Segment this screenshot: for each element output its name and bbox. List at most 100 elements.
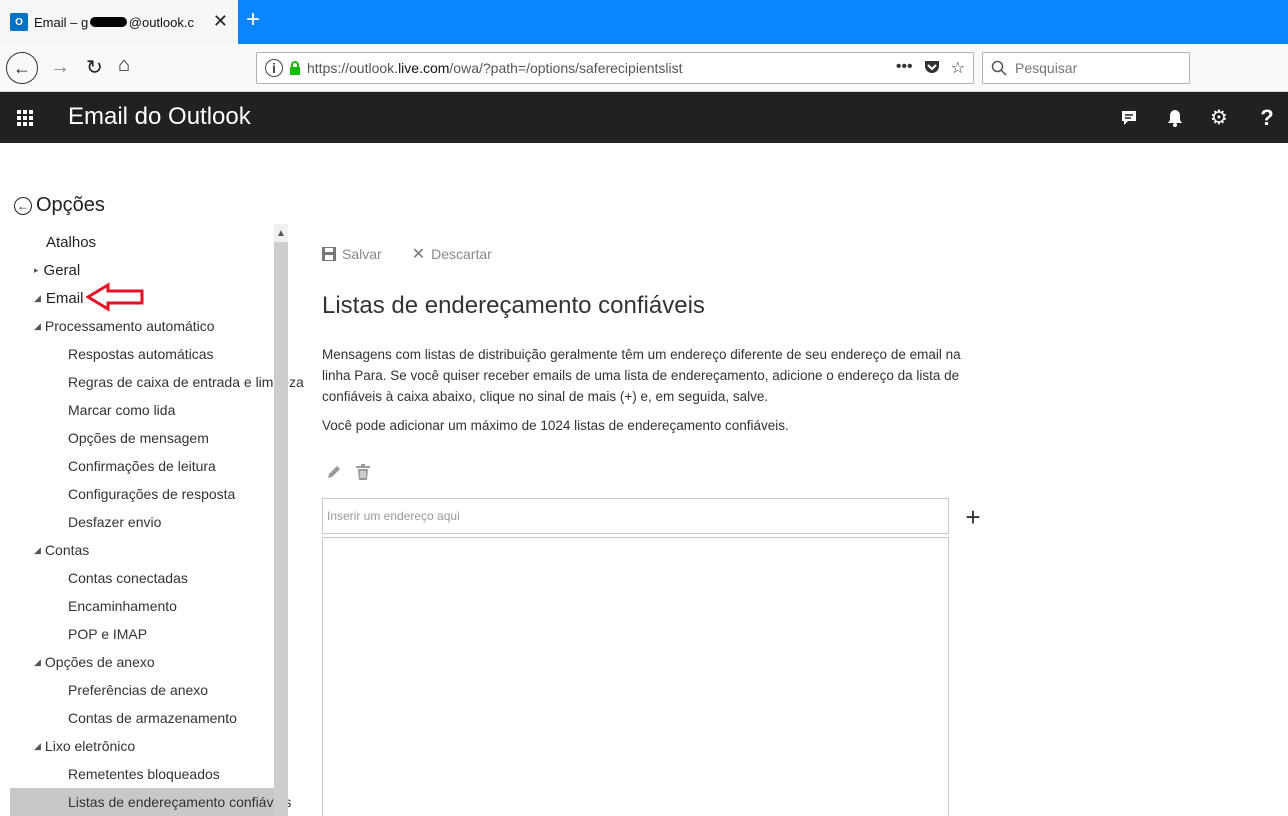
help-icon[interactable]: ?	[1244, 92, 1288, 143]
forward-arrow-icon[interactable]: →	[50, 56, 70, 79]
sidebar-item-label: Configurações de resposta	[68, 486, 236, 502]
back-arrow-icon[interactable]: ←	[6, 52, 38, 84]
options-back-link[interactable]: ← Opções	[14, 194, 105, 217]
bell-icon[interactable]	[1152, 92, 1198, 143]
sidebar-item-label: Geral	[43, 261, 81, 279]
url-text: https://outlook.live.com/owa/?path=/opti…	[307, 60, 683, 76]
sidebar-item[interactable]: ◢ Opções de anexo	[10, 648, 274, 676]
discard-label: Descartar	[431, 246, 492, 262]
scroll-up-icon[interactable]: ▲	[274, 224, 288, 242]
chat-icon[interactable]	[1106, 92, 1152, 143]
sidebar-item-label: Marcar como lida	[68, 402, 176, 418]
sidebar-nav: Atalhos ▸ Geral ◢ Email ◢ Processamento automá…	[10, 224, 304, 816]
url-bar[interactable]: i https://outlook.live.com/owa/?path=/op…	[256, 52, 974, 84]
discard-button[interactable]: ✕ Descartar	[412, 244, 492, 264]
sidebar-item[interactable]: Encaminhamento	[10, 592, 274, 620]
collapse-triangle-icon[interactable]: ◢	[34, 321, 41, 332]
sidebar-item[interactable]: Atalhos	[10, 228, 274, 256]
sidebar-scrollbar[interactable]: ▲	[274, 224, 288, 816]
sidebar-item[interactable]: Respostas automáticas	[10, 340, 274, 368]
search-placeholder: Pesquisar	[1015, 60, 1078, 76]
lock-icon	[290, 61, 300, 75]
outlook-favicon-icon: O	[10, 13, 28, 31]
expand-triangle-icon[interactable]: ▸	[34, 265, 39, 276]
sidebar-item-label: Listas de endereçamento confiáveis	[68, 794, 292, 810]
trash-icon[interactable]	[356, 464, 370, 480]
save-icon	[322, 247, 336, 261]
sidebar-item[interactable]: ▸ Geral	[10, 256, 274, 284]
more-actions-icon[interactable]: •••	[896, 58, 913, 78]
sidebar-item[interactable]: Marcar como lida	[10, 396, 274, 424]
browser-tab-strip: O Email – g @outlook.c ✕ +	[0, 0, 1288, 44]
sidebar-item-label: Atalhos	[46, 233, 97, 251]
home-icon[interactable]: ⌂	[118, 54, 130, 77]
page-description: Mensagens com listas de distribuição ger…	[322, 347, 961, 404]
add-address-button[interactable]: +	[960, 504, 986, 530]
sidebar-item[interactable]: Preferências de anexo	[10, 676, 274, 704]
collapse-triangle-icon[interactable]: ◢	[34, 657, 41, 668]
redaction-bar	[90, 17, 127, 27]
sidebar-item-label: Lixo eletrônico	[44, 738, 136, 754]
url-host: live.com	[398, 60, 450, 76]
sidebar-item-label: Opções de anexo	[44, 654, 155, 670]
bookmark-star-icon[interactable]: ☆	[951, 58, 965, 78]
sidebar-item-label: POP e IMAP	[68, 626, 148, 642]
save-button[interactable]: Salvar	[322, 246, 382, 262]
list-edit-toolbar	[326, 464, 370, 480]
tab-close-icon[interactable]: ✕	[213, 12, 228, 30]
url-path: /owa/?path=/options/saferecipientslist	[449, 60, 683, 76]
sidebar-item[interactable]: ◢ Contas	[10, 536, 274, 564]
tab-title-prefix: Email – g	[34, 14, 89, 30]
outlook-header: Email do Outlook ⚙ ?	[0, 92, 1288, 143]
new-tab-button[interactable]: +	[246, 8, 260, 32]
browser-navbar: ← → ↻ ⌂ i https://outlook.live.com/owa/?…	[0, 44, 1288, 92]
sidebar-item-label: Opções de mensagem	[68, 430, 209, 446]
address-input[interactable]	[322, 498, 949, 534]
address-list-box[interactable]	[322, 537, 949, 816]
browser-search-bar[interactable]: Pesquisar	[982, 52, 1190, 84]
sidebar-item-label: Remetentes bloqueados	[68, 766, 220, 782]
sidebar-item-label: Confirmações de leitura	[68, 458, 216, 474]
sidebar-item[interactable]: Contas conectadas	[10, 564, 274, 592]
sidebar-item[interactable]: Remetentes bloqueados	[10, 760, 274, 788]
page-title: Listas de endereçamento confiáveis	[322, 292, 705, 319]
pencil-icon[interactable]	[326, 464, 342, 480]
sidebar-item-label: Preferências de anexo	[68, 682, 209, 698]
sidebar-item[interactable]: Listas de endereçamento confiáveis	[10, 788, 291, 816]
app-launcher-icon[interactable]	[0, 92, 50, 143]
sidebar-item[interactable]: Opções de mensagem	[10, 424, 274, 452]
app-title[interactable]: Email do Outlook	[68, 103, 251, 131]
tab-title: Email – g @outlook.c	[34, 15, 194, 30]
collapse-triangle-icon[interactable]: ◢	[34, 293, 41, 304]
sidebar-item[interactable]: ◢ Processamento automático	[10, 312, 274, 340]
sidebar-item[interactable]: Confirmações de leitura	[10, 452, 274, 480]
annotation-arrow-icon	[86, 282, 144, 312]
sidebar-item[interactable]: POP e IMAP	[10, 620, 274, 648]
save-label: Salvar	[342, 246, 382, 262]
options-sidebar: Atalhos ▸ Geral ◢ Email ◢ Processamento automá…	[10, 224, 304, 816]
reload-icon[interactable]: ↻	[86, 55, 103, 80]
sidebar-item[interactable]: ◢ Lixo eletrônico	[10, 732, 274, 760]
url-actions: ••• ☆	[896, 58, 965, 78]
sidebar-item[interactable]: Configurações de resposta	[10, 480, 274, 508]
sidebar-item-label: Encaminhamento	[68, 598, 177, 614]
gear-icon[interactable]: ⚙	[1196, 92, 1242, 143]
search-icon	[991, 60, 1007, 76]
collapse-triangle-icon[interactable]: ◢	[34, 545, 41, 556]
sidebar-item-label: Contas	[44, 542, 90, 558]
info-icon[interactable]: i	[265, 59, 283, 77]
pocket-icon[interactable]	[923, 58, 941, 76]
sidebar-item[interactable]: Contas de armazenamento	[10, 704, 274, 732]
sidebar-item[interactable]: Regras de caixa de entrada e limpeza	[10, 368, 304, 396]
tab-title-suffix: @outlook.c	[128, 14, 194, 30]
sidebar-item-label: Contas conectadas	[68, 570, 188, 586]
browser-tab[interactable]: O Email – g @outlook.c ✕	[0, 0, 238, 44]
sidebar-item[interactable]: Desfazer envio	[10, 508, 274, 536]
collapse-triangle-icon[interactable]: ◢	[34, 741, 41, 752]
sidebar-item-label: Desfazer envio	[68, 514, 162, 530]
options-title: Opções	[36, 194, 105, 216]
sidebar-item-label: Regras de caixa de entrada e limpeza	[68, 374, 304, 390]
sidebar-item-label: Respostas automáticas	[68, 346, 214, 362]
discard-x-icon: ✕	[411, 246, 426, 263]
sidebar-item-label: Contas de armazenamento	[68, 710, 237, 726]
